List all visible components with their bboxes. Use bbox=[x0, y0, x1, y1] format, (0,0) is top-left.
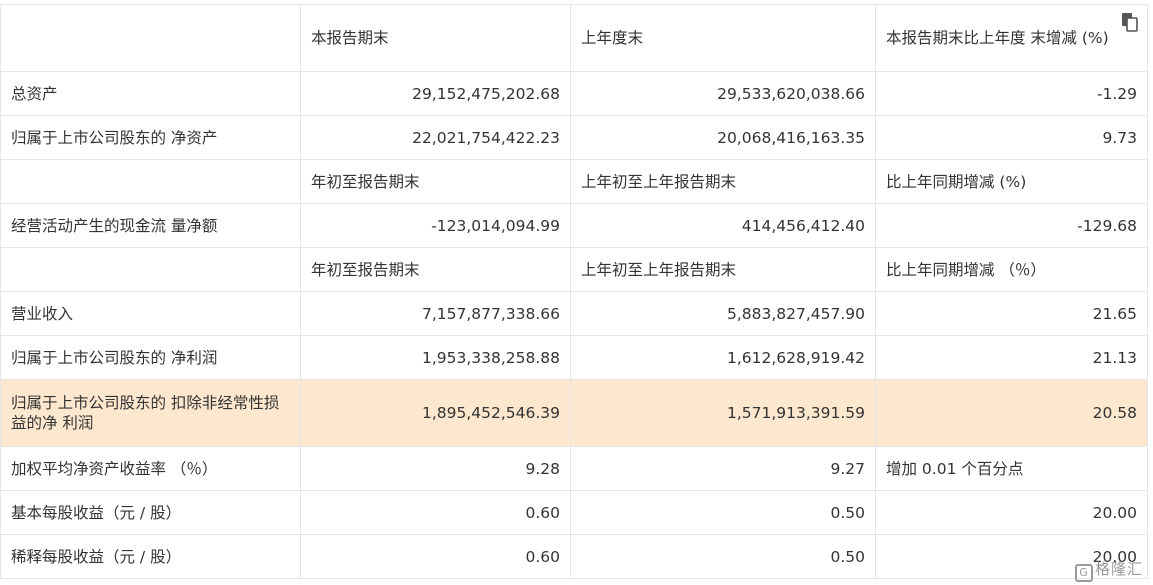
cell-value: 9.27 bbox=[570, 446, 876, 491]
subheader-blank-cell bbox=[0, 159, 301, 204]
table-row: 加权平均净资产收益率 （％） 9.28 9.27 增加 0.01 个百分点 bbox=[0, 446, 1148, 491]
subheader-blank-cell bbox=[0, 247, 301, 292]
cell-value: 9.73 bbox=[875, 115, 1148, 160]
header-current-period-end: 本报告期末 bbox=[300, 4, 571, 72]
financial-summary-table: 本报告期末 上年度末 本报告期末比上年度 末增减 (%) 总资产 29,152,… bbox=[0, 4, 1148, 579]
cell-value: 22,021,754,422.23 bbox=[300, 115, 571, 160]
copy-icon[interactable] bbox=[1121, 12, 1139, 32]
subheader-prior-ytd: 上年初至上年报告期末 bbox=[570, 247, 876, 292]
table-row: 归属于上市公司股东的 净利润 1,953,338,258.88 1,612,62… bbox=[0, 335, 1148, 380]
row-label: 基本每股收益（元 / 股） bbox=[0, 490, 301, 535]
cell-value: 1,571,913,391.59 bbox=[570, 379, 876, 447]
cell-value: 20,068,416,163.35 bbox=[570, 115, 876, 160]
cell-value: -123,014,094.99 bbox=[300, 203, 571, 248]
cell-value: 9.28 bbox=[300, 446, 571, 491]
subheader-yoy-change: 比上年同期增减 （％） bbox=[875, 247, 1148, 292]
cell-value: -129.68 bbox=[875, 203, 1148, 248]
cell-value: 414,456,412.40 bbox=[570, 203, 876, 248]
table-row: 归属于上市公司股东的 净资产 22,021,754,422.23 20,068,… bbox=[0, 115, 1148, 160]
cell-value: 0.60 bbox=[300, 534, 571, 579]
table-row: 经营活动产生的现金流 量净额 -123,014,094.99 414,456,4… bbox=[0, 203, 1148, 248]
cell-value: 0.50 bbox=[570, 490, 876, 535]
subheader-ytd: 年初至报告期末 bbox=[300, 247, 571, 292]
row-label: 归属于上市公司股东的 净资产 bbox=[0, 115, 301, 160]
row-label: 归属于上市公司股东的 净利润 bbox=[0, 335, 301, 380]
cell-value: 29,152,475,202.68 bbox=[300, 71, 571, 116]
watermark-logo: G 格隆汇 bbox=[1074, 558, 1143, 582]
cell-value: 5,883,827,457.90 bbox=[570, 291, 876, 336]
cell-value: 20.58 bbox=[875, 379, 1148, 447]
subheader-row: 年初至报告期末 上年初至上年报告期末 比上年同期增减 (%) bbox=[0, 159, 1148, 204]
cell-value: 增加 0.01 个百分点 bbox=[875, 446, 1148, 491]
cell-value: 20.00 bbox=[875, 490, 1148, 535]
cell-value: 0.60 bbox=[300, 490, 571, 535]
watermark-text: 格隆汇 bbox=[1094, 560, 1143, 578]
table-row: 营业收入 7,157,877,338.66 5,883,827,457.90 2… bbox=[0, 291, 1148, 336]
subheader-row: 年初至报告期末 上年初至上年报告期末 比上年同期增减 （％） bbox=[0, 247, 1148, 292]
header-prior-year-end: 上年度末 bbox=[570, 4, 876, 72]
cell-value: 29,533,620,038.66 bbox=[570, 71, 876, 116]
cell-value: 21.13 bbox=[875, 335, 1148, 380]
table-row: 总资产 29,152,475,202.68 29,533,620,038.66 … bbox=[0, 71, 1148, 116]
cell-value: 1,895,452,546.39 bbox=[300, 379, 571, 447]
row-label: 总资产 bbox=[0, 71, 301, 116]
header-change-percent-cell: 本报告期末比上年度 末增减 (%) bbox=[875, 4, 1148, 72]
row-label: 加权平均净资产收益率 （％） bbox=[0, 446, 301, 491]
subheader-ytd: 年初至报告期末 bbox=[300, 159, 571, 204]
cell-value: 0.50 bbox=[570, 534, 876, 579]
subheader-prior-ytd: 上年初至上年报告期末 bbox=[570, 159, 876, 204]
table-header-row: 本报告期末 上年度末 本报告期末比上年度 末增减 (%) bbox=[0, 4, 1148, 72]
row-label: 归属于上市公司股东的 扣除非经常性损益的净 利润 bbox=[0, 379, 301, 447]
cell-value: 7,157,877,338.66 bbox=[300, 291, 571, 336]
row-label: 营业收入 bbox=[0, 291, 301, 336]
cell-value: -1.29 bbox=[875, 71, 1148, 116]
table-row-highlighted: 归属于上市公司股东的 扣除非经常性损益的净 利润 1,895,452,546.3… bbox=[0, 379, 1148, 447]
header-change-percent: 本报告期末比上年度 末增减 (%) bbox=[886, 29, 1109, 47]
cell-value: 21.65 bbox=[875, 291, 1148, 336]
cell-value: 1,612,628,919.42 bbox=[570, 335, 876, 380]
row-label: 经营活动产生的现金流 量净额 bbox=[0, 203, 301, 248]
table-row: 基本每股收益（元 / 股） 0.60 0.50 20.00 bbox=[0, 490, 1148, 535]
row-label: 稀释每股收益（元 / 股） bbox=[0, 534, 301, 579]
cell-value: 1,953,338,258.88 bbox=[300, 335, 571, 380]
logo-g-icon: G bbox=[1074, 564, 1093, 582]
table-row: 稀释每股收益（元 / 股） 0.60 0.50 20.00 bbox=[0, 534, 1148, 579]
header-blank-cell bbox=[0, 4, 301, 72]
subheader-yoy-change: 比上年同期增减 (%) bbox=[875, 159, 1148, 204]
